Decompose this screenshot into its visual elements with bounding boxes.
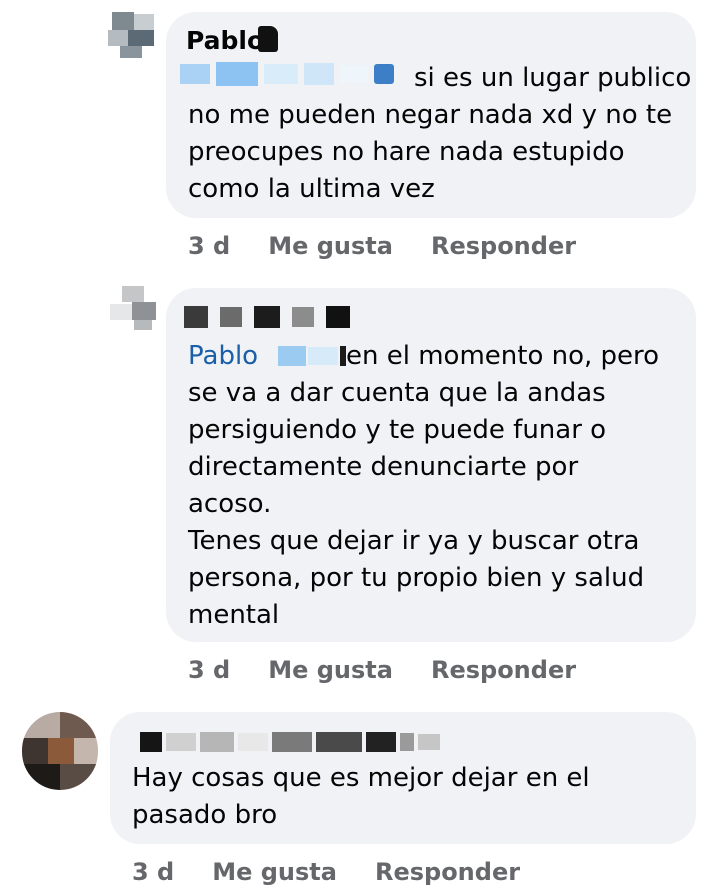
- comment-actions: 3 d Me gusta Responder: [188, 656, 576, 684]
- comment-bubble: Hay cosas que es mejor dejar en el pasad…: [110, 712, 696, 844]
- avatar[interactable]: [22, 712, 98, 790]
- reply-button[interactable]: Responder: [375, 858, 520, 886]
- avatar[interactable]: [104, 8, 160, 60]
- comment-timestamp[interactable]: 3 d: [132, 858, 174, 886]
- redacted-author: [184, 306, 350, 328]
- comment-actions: 3 d Me gusta Responder: [188, 232, 576, 260]
- comment-bubble: Pablo si es un lugar publico no me puede…: [166, 12, 696, 218]
- redacted-badge: [258, 26, 278, 52]
- comment-timestamp[interactable]: 3 d: [188, 232, 230, 260]
- like-button[interactable]: Me gusta: [212, 858, 337, 886]
- like-button[interactable]: Me gusta: [268, 656, 393, 684]
- comment-bubble: Pablo en el momento no, pero se va a dar…: [166, 288, 696, 642]
- comment-actions: 3 d Me gusta Responder: [132, 858, 520, 886]
- like-button[interactable]: Me gusta: [268, 232, 393, 260]
- reply-button[interactable]: Responder: [431, 656, 576, 684]
- comment-text: si es un lugar publico no me pueden nega…: [188, 63, 692, 204]
- reply-button[interactable]: Responder: [431, 232, 576, 260]
- comment-text: Hay cosas que es mejor dejar en el pasad…: [132, 763, 590, 830]
- redacted-author: [140, 732, 440, 752]
- comment-author[interactable]: Pablo: [186, 26, 264, 55]
- comment-timestamp[interactable]: 3 d: [188, 656, 230, 684]
- comment-text: en el momento no, pero se va a dar cuent…: [188, 341, 660, 630]
- avatar[interactable]: [104, 286, 160, 330]
